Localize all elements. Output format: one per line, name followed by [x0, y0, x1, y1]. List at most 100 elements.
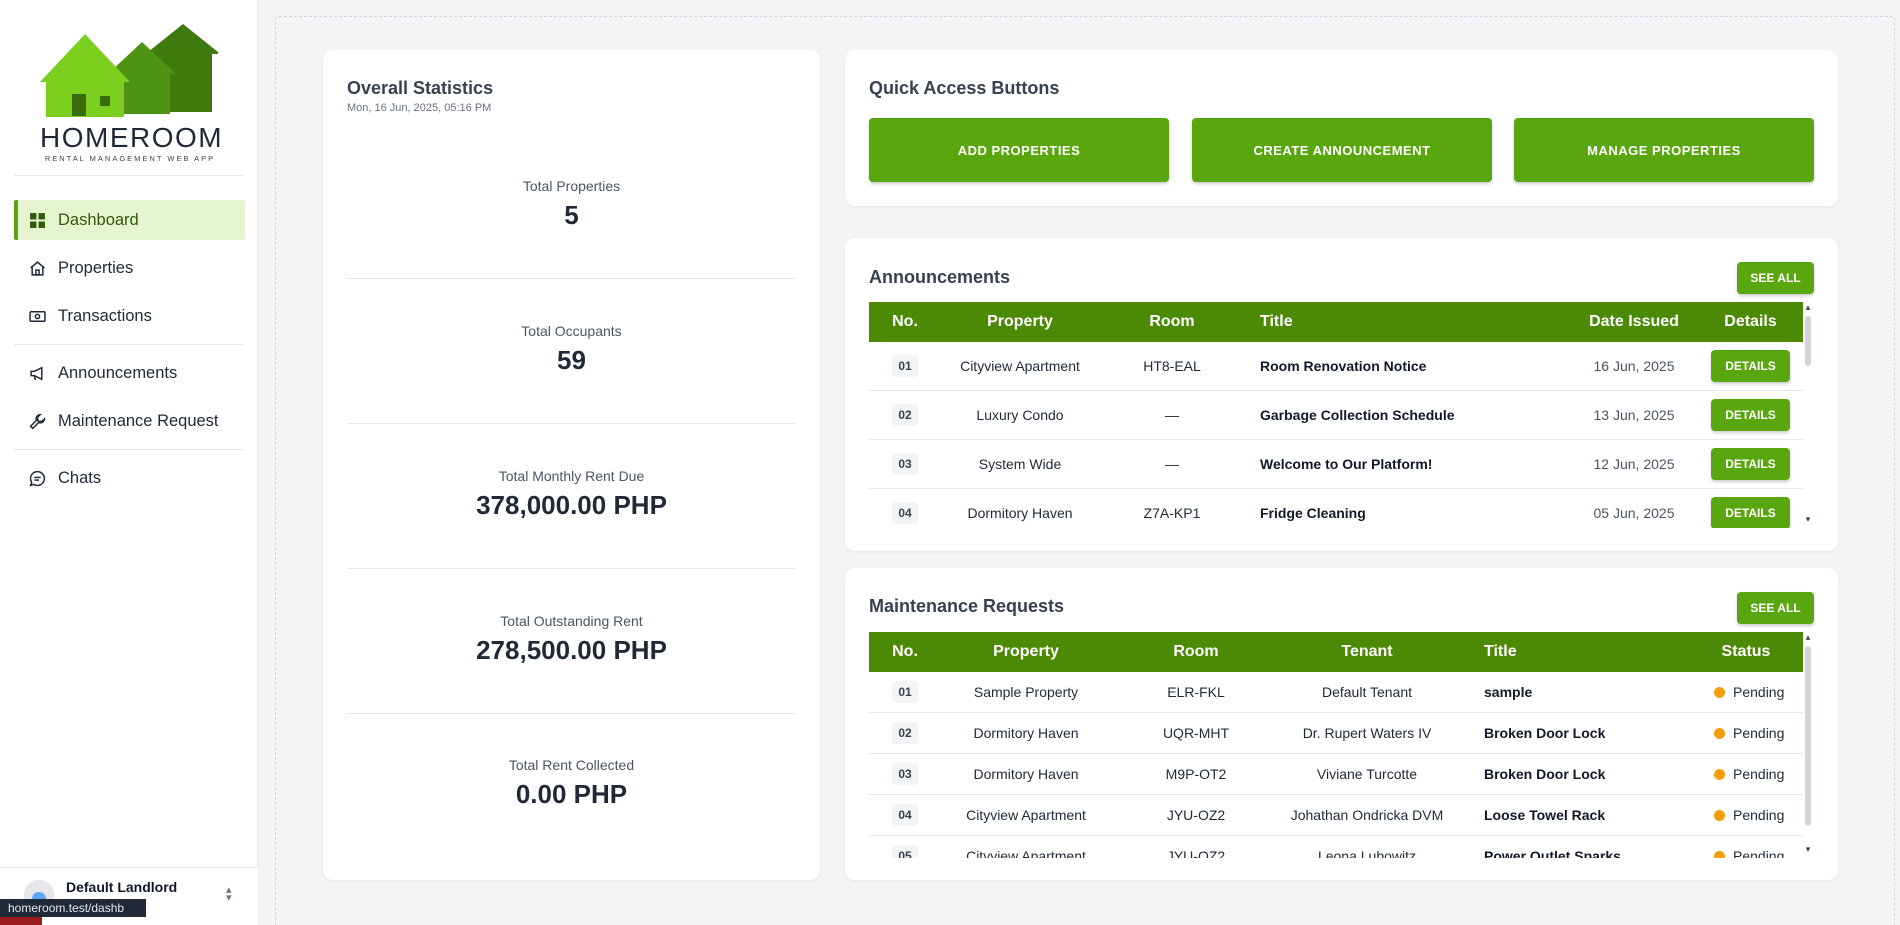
sidebar-item-label: Maintenance Request: [58, 411, 219, 430]
property-cell: Sample Property: [973, 684, 1079, 700]
card-title: Maintenance Requests: [869, 596, 1065, 616]
sidebar-item-properties[interactable]: Properties: [14, 248, 245, 288]
dashboard-grid-icon: [28, 211, 46, 229]
pending-dot-icon: [1714, 809, 1725, 821]
property-cell: Luxury Condo: [976, 407, 1064, 423]
title-cell: Fridge Cleaning: [1260, 505, 1366, 521]
sidebar-item-transactions[interactable]: Transactions: [14, 296, 245, 336]
divider: [14, 449, 244, 450]
card-title: Announcements: [869, 267, 1011, 287]
divider: [14, 344, 244, 345]
status-badge: Pending: [1714, 672, 1803, 712]
scroll-thumb[interactable]: [1805, 646, 1811, 826]
title-cell: Power Outlet Sparks: [1484, 848, 1621, 858]
room-cell: —: [1165, 456, 1179, 472]
title-cell: Broken Door Lock: [1484, 725, 1606, 741]
houses-logo-icon: [40, 24, 218, 117]
row-number: 02: [892, 722, 918, 744]
room-cell: HT8-EAL: [1143, 358, 1201, 374]
row-number: 02: [892, 404, 918, 426]
tenant-cell: Default Tenant: [1321, 684, 1413, 700]
table-header: No. Property Room Tenant Title Status: [869, 632, 1803, 672]
column-header: Tenant: [1341, 643, 1393, 660]
table-row: 04 Cityview Apartment JYU-OZ2 Johathan O…: [869, 795, 1803, 836]
date-cell: 13 Jun, 2025: [1593, 407, 1675, 423]
cash-icon: [28, 307, 46, 325]
column-header: Date Issued: [1589, 313, 1679, 330]
announcements-card: Announcements SEE ALL No. Property Room …: [845, 238, 1838, 551]
table-row: 01 Cityview Apartment HT8-EAL Room Renov…: [869, 342, 1803, 391]
stat-label: Total Outstanding Rent: [500, 613, 643, 629]
status-text: Pending: [1733, 848, 1785, 858]
table-row: 03 System Wide — Welcome to Our Platform…: [869, 440, 1803, 489]
stat-value: 278,500.00 PHP: [476, 635, 667, 665]
sidebar-item-chats[interactable]: Chats: [14, 458, 245, 498]
divider: [347, 423, 796, 424]
card-title: Overall Statistics: [347, 78, 494, 98]
stat-label: Total Occupants: [521, 323, 622, 339]
room-cell: UQR-MHT: [1162, 725, 1230, 741]
property-cell: Dormitory Haven: [967, 505, 1073, 521]
property-cell: Dormitory Haven: [973, 725, 1079, 741]
see-all-maintenance-button[interactable]: SEE ALL: [1737, 592, 1814, 624]
column-header: Room: [1149, 313, 1195, 330]
announcements-table-body: 01 Cityview Apartment HT8-EAL Room Renov…: [869, 342, 1803, 528]
column-header: Details: [1724, 313, 1777, 330]
chevron-up-down-icon[interactable]: ▴ ▾: [226, 885, 232, 904]
user-name: Default Landlord: [66, 879, 178, 895]
status-text: Pending: [1733, 725, 1785, 741]
row-number: 04: [892, 804, 918, 826]
home-icon: [28, 259, 46, 277]
sidebar-item-label: Properties: [58, 258, 134, 277]
manage-properties-button[interactable]: MANAGE PROPERTIES: [1514, 118, 1814, 182]
column-header: No.: [892, 313, 918, 330]
announcements-scrollbar[interactable]: ▴ ▾: [1803, 302, 1813, 528]
table-row: 05 Cityview Apartment JYU-OZ2 Leona Lubo…: [869, 836, 1803, 858]
status-text: Pending: [1733, 766, 1785, 782]
tenant-cell: Leona Lubowitz: [1317, 848, 1417, 858]
create-announcement-button[interactable]: CREATE ANNOUNCEMENT: [1192, 118, 1492, 182]
details-button[interactable]: DETAILS: [1711, 497, 1790, 528]
sidebar-item-dashboard[interactable]: Dashboard: [14, 200, 245, 240]
sidebar-item-announcements[interactable]: Announcements: [14, 353, 245, 393]
row-number: 01: [892, 355, 918, 377]
details-button[interactable]: DETAILS: [1711, 448, 1790, 480]
room-cell: ELR-FKL: [1167, 684, 1225, 700]
title-cell: Welcome to Our Platform!: [1260, 456, 1433, 472]
table-row: 01 Sample Property ELR-FKL Default Tenan…: [869, 672, 1803, 713]
property-cell: System Wide: [978, 456, 1062, 472]
status-badge: Pending: [1714, 795, 1803, 835]
status-url-tooltip: homeroom.test/dashb: [0, 899, 146, 917]
scroll-down-icon[interactable]: ▾: [1803, 514, 1813, 524]
homeroom-logo[interactable]: HOMEROOM RENTAL MANAGEMENT WEB APP: [40, 22, 222, 163]
column-header: Title: [1260, 313, 1293, 330]
tenant-cell: Viviane Turcotte: [1316, 766, 1418, 782]
maintenance-requests-card: Maintenance Requests SEE ALL No. Propert…: [845, 568, 1838, 880]
scroll-up-icon[interactable]: ▴: [1803, 302, 1813, 312]
see-all-announcements-button[interactable]: SEE ALL: [1737, 262, 1814, 294]
divider: [347, 278, 796, 279]
status-badge: Pending: [1714, 713, 1803, 753]
scroll-up-icon[interactable]: ▴: [1803, 632, 1813, 642]
stat-value: 378,000.00 PHP: [476, 490, 667, 520]
title-cell: Loose Towel Rack: [1484, 807, 1606, 823]
title-cell: Room Renovation Notice: [1260, 358, 1427, 374]
tenant-cell: Johathan Ondricka DVM: [1290, 807, 1444, 823]
add-properties-button[interactable]: ADD PROPERTIES: [869, 118, 1169, 182]
status-badge: Pending: [1714, 754, 1803, 794]
stat-label: Total Rent Collected: [508, 757, 635, 773]
table-row: 02 Luxury Condo — Garbage Collection Sch…: [869, 391, 1803, 440]
quick-access-card: Quick Access Buttons ADD PROPERTIES CREA…: [845, 50, 1838, 206]
stat-value: 59: [557, 345, 586, 375]
sidebar-item-maintenance-request[interactable]: Maintenance Request: [14, 401, 245, 441]
details-button[interactable]: DETAILS: [1711, 350, 1790, 382]
scroll-down-icon[interactable]: ▾: [1803, 844, 1813, 854]
scroll-thumb[interactable]: [1805, 316, 1811, 366]
row-number: 05: [892, 845, 918, 858]
property-cell: Cityview Apartment: [966, 848, 1086, 858]
maintenance-scrollbar[interactable]: ▴ ▾: [1803, 632, 1813, 858]
property-cell: Cityview Apartment: [960, 358, 1080, 374]
details-button[interactable]: DETAILS: [1711, 399, 1790, 431]
sidebar-item-label: Transactions: [58, 306, 152, 325]
card-title: Quick Access Buttons: [869, 78, 1060, 98]
